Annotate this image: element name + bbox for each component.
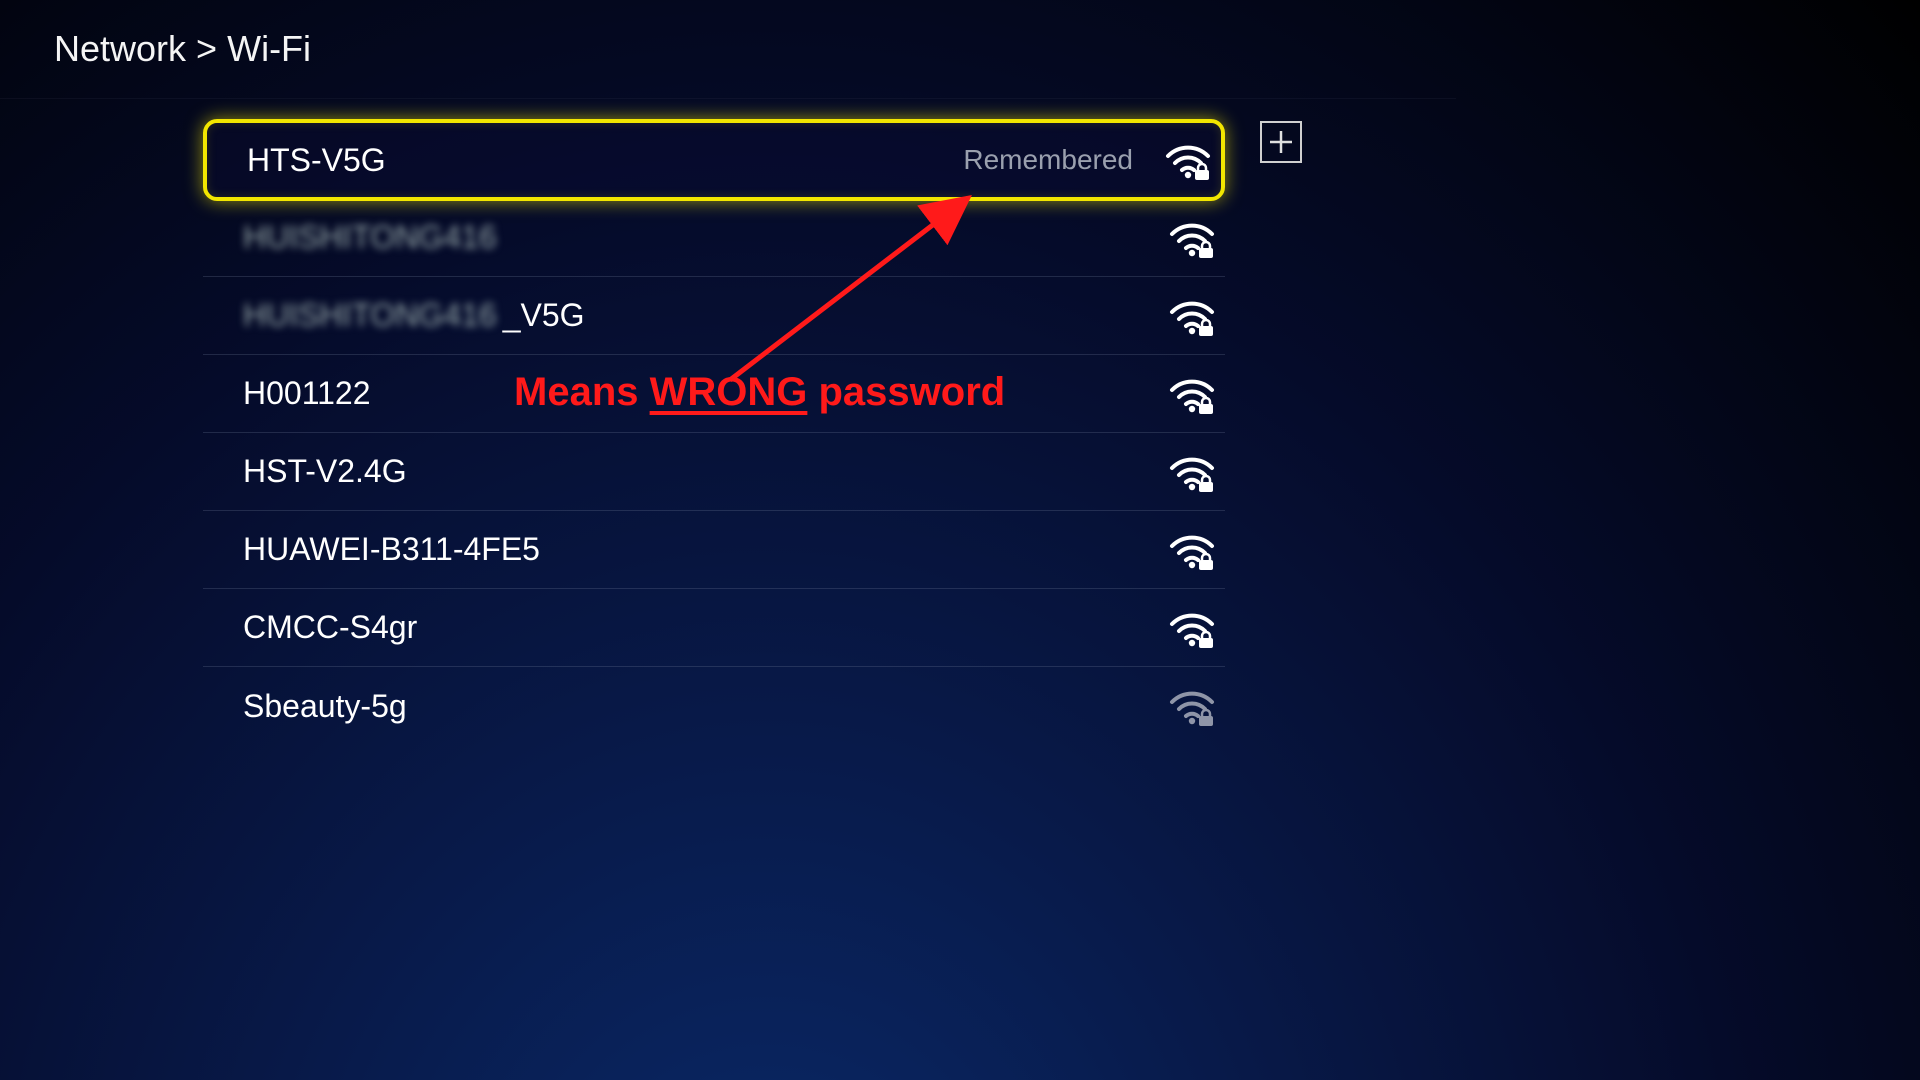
breadcrumb-parent: Network [54,28,186,69]
wifi-network-row[interactable]: HUISHITONG416_V5G [203,277,1225,355]
wifi-network-row[interactable]: HUAWEI-B311-4FE5 [203,511,1225,589]
wifi-network-list: HTS-V5GRemembered HUISHITONG416 HUISHITO… [203,119,1225,745]
wifi-ssid: HUISHITONG416_V5G [243,297,1167,334]
wifi-secured-icon [1167,686,1217,726]
wifi-network-row[interactable]: HUISHITONG416 [203,199,1225,277]
wifi-status: Remembered [963,144,1133,176]
wifi-network-row[interactable]: Sbeauty-5g [203,667,1225,745]
wifi-ssid: HUISHITONG416 [243,219,1167,256]
wifi-secured-icon [1167,218,1217,258]
plus-icon [1268,129,1294,155]
breadcrumb-sep: > [196,28,217,69]
wifi-secured-icon [1167,296,1217,336]
wifi-network-row[interactable]: H001122 [203,355,1225,433]
wifi-secured-icon [1167,374,1217,414]
wifi-secured-icon [1167,530,1217,570]
wifi-secured-icon [1167,608,1217,648]
wifi-ssid: HST-V2.4G [243,453,1167,490]
wifi-ssid: Sbeauty-5g [243,688,1167,725]
breadcrumb-current: Wi-Fi [227,28,311,69]
wifi-ssid: H001122 [243,375,1167,412]
wifi-network-row[interactable]: HST-V2.4G [203,433,1225,511]
add-network-button[interactable] [1260,121,1302,163]
wifi-ssid: HUAWEI-B311-4FE5 [243,531,1167,568]
wifi-ssid: HTS-V5G [247,142,963,179]
breadcrumb: Network > Wi-Fi [0,0,1456,99]
wifi-network-row[interactable]: CMCC-S4gr [203,589,1225,667]
wifi-network-row[interactable]: HTS-V5GRemembered [203,119,1225,201]
wifi-ssid: CMCC-S4gr [243,609,1167,646]
wifi-secured-icon [1167,452,1217,492]
wifi-secured-icon [1163,140,1213,180]
